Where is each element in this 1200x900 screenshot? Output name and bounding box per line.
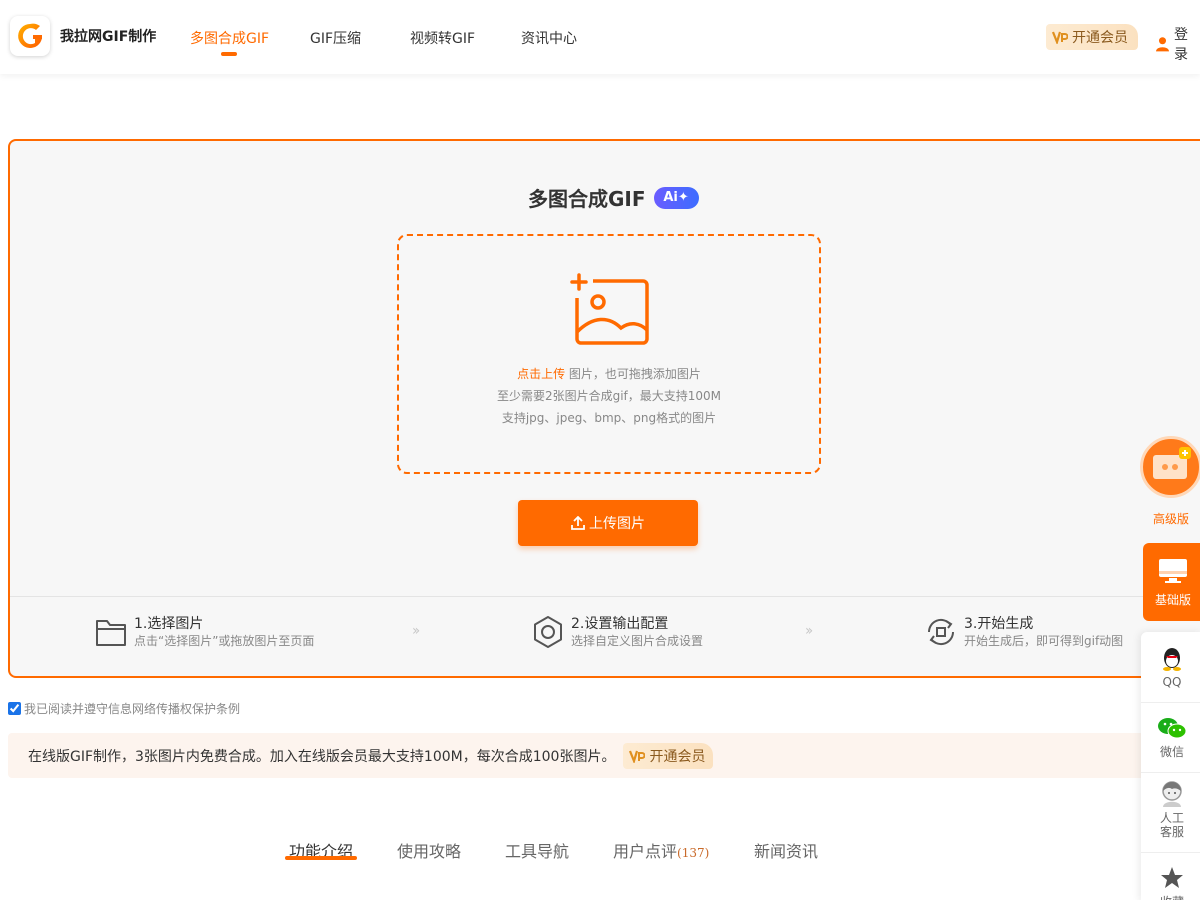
favorite-button[interactable]: 收藏: [1141, 866, 1200, 900]
step-2-title: 2.设置输出配置: [571, 616, 669, 632]
promo-bar: 在线版GIF制作，3张图片内免费合成。加入在线版会员最大支持100M，每次合成1…: [8, 733, 1200, 778]
folder-icon: [96, 620, 126, 646]
step-3-desc: 开始生成后，即可得到gif动图: [964, 634, 1124, 648]
nav-gif-compress[interactable]: GIF压缩: [310, 28, 361, 48]
dropzone-instruction: 点击上传 图片，也可拖拽添加图片: [399, 365, 819, 382]
side-divider: [1141, 772, 1200, 773]
qq-icon: [1163, 648, 1181, 671]
basic-version-button[interactable]: 基础版: [1143, 543, 1200, 621]
tab-user-reviews[interactable]: 用户点评(137): [613, 838, 709, 862]
wechat-label: 微信: [1159, 745, 1184, 759]
site-logo[interactable]: [10, 16, 50, 56]
login-label: 登录: [1174, 27, 1188, 63]
basic-version-label: 基础版: [1154, 592, 1191, 607]
nav-active-indicator: [221, 52, 237, 56]
click-upload-link[interactable]: 点击上传: [517, 367, 565, 381]
panel-title-text: 多图合成GIF: [528, 187, 646, 211]
tab-tool-nav[interactable]: 工具导航: [505, 838, 569, 862]
promo-vip-label: 开通会员: [649, 748, 706, 765]
advanced-app-icon: [1153, 447, 1191, 479]
review-count: (137): [677, 846, 710, 860]
logo-icon: [18, 23, 42, 48]
side-contact-panel: QQ 微信 人工 客服 收藏: [1141, 632, 1200, 900]
wechat-contact[interactable]: 微信: [1141, 716, 1200, 760]
steps-divider: [10, 596, 1200, 597]
panel-title: 多图合成GIF Ai✦: [528, 183, 699, 212]
nav-multi-image-gif[interactable]: 多图合成GIF: [190, 28, 269, 48]
step-1-title: 1.选择图片: [134, 616, 204, 632]
dropzone-formats: 支持jpg、jpeg、bmp、png格式的图片: [501, 411, 717, 425]
vip-icon: [1052, 31, 1068, 44]
customer-service-line2: 客服: [1159, 825, 1184, 839]
dropzone-requirement: 至少需要2张图片合成gif，最大支持100M: [496, 389, 722, 403]
tab-usage-guide[interactable]: 使用攻略: [397, 838, 461, 862]
step-1-desc: 点击“选择图片”或拖放图片至页面: [134, 634, 315, 648]
customer-service[interactable]: 人工 客服: [1141, 780, 1200, 839]
advanced-version-button[interactable]: [1140, 436, 1200, 498]
upload-button-label: 上传图片: [589, 516, 645, 532]
side-divider: [1141, 852, 1200, 853]
step-select-image: 1.选择图片 点击“选择图片”或拖放图片至页面: [94, 615, 314, 649]
nav-news-center[interactable]: 资讯中心: [521, 28, 577, 48]
step-arrow-1: ››: [412, 623, 420, 639]
top-header: 我拉网GIF制作 多图合成GIF GIF压缩 视频转GIF 资讯中心 开通会员 …: [0, 0, 1200, 74]
star-icon: [1161, 867, 1183, 888]
step-start-generate: 3.开始生成 开始生成后，即可得到gif动图: [924, 615, 1123, 649]
wechat-icon: [1158, 718, 1187, 739]
upload-icon: [571, 516, 585, 530]
dropzone-hint: 图片，也可拖拽添加图片: [565, 367, 701, 381]
agreement-checkbox[interactable]: [8, 702, 21, 715]
promo-vip-button[interactable]: 开通会员: [623, 742, 714, 769]
tab-user-reviews-label: 用户点评: [613, 842, 678, 861]
tab-active-indicator: [285, 856, 357, 860]
nav-video-to-gif[interactable]: 视频转GIF: [410, 28, 475, 48]
step-3-title: 3.开始生成: [964, 616, 1034, 632]
vip-label: 开通会员: [1072, 30, 1128, 46]
step-2-desc: 选择自定义图片合成设置: [571, 634, 704, 648]
ai-badge: Ai✦: [653, 186, 699, 209]
settings-icon: [534, 616, 562, 648]
qq-contact[interactable]: QQ: [1141, 646, 1200, 689]
add-image-icon: [570, 273, 649, 345]
customer-service-icon: [1162, 781, 1182, 807]
vip-icon: [629, 750, 646, 763]
agreement-text: 我已阅读并遵守信息网络传播权保护条例: [24, 702, 241, 716]
tab-news[interactable]: 新闻资讯: [754, 838, 818, 862]
brand-name[interactable]: 我拉网GIF制作: [60, 26, 156, 46]
step-arrow-2: ››: [805, 623, 813, 639]
gif-maker-panel: 多图合成GIF Ai✦ 点击上传 图片，也可拖拽添加图片 至少需要2张图片合成g…: [8, 139, 1200, 678]
login-button[interactable]: 登录: [1156, 24, 1200, 64]
vip-button[interactable]: 开通会员: [1046, 24, 1138, 50]
upload-dropzone[interactable]: 点击上传 图片，也可拖拽添加图片 至少需要2张图片合成gif，最大支持100M …: [397, 234, 821, 474]
monitor-icon: [1159, 558, 1187, 583]
step-output-settings: 2.设置输出配置 选择自定义图片合成设置: [531, 615, 703, 649]
refresh-icon: [927, 618, 955, 646]
advanced-version-label[interactable]: 高级版: [1140, 510, 1200, 527]
promo-text: 在线版GIF制作，3张图片内免费合成。加入在线版会员最大支持100M，每次合成1…: [28, 748, 616, 765]
qq-label: QQ: [1162, 675, 1182, 689]
side-divider: [1141, 702, 1200, 703]
customer-service-line1: 人工: [1159, 811, 1184, 825]
favorite-label: 收藏: [1141, 893, 1200, 900]
agreement-row[interactable]: 我已阅读并遵守信息网络传播权保护条例: [8, 700, 240, 717]
upload-image-button[interactable]: 上传图片: [518, 500, 698, 546]
user-icon: [1156, 37, 1169, 52]
